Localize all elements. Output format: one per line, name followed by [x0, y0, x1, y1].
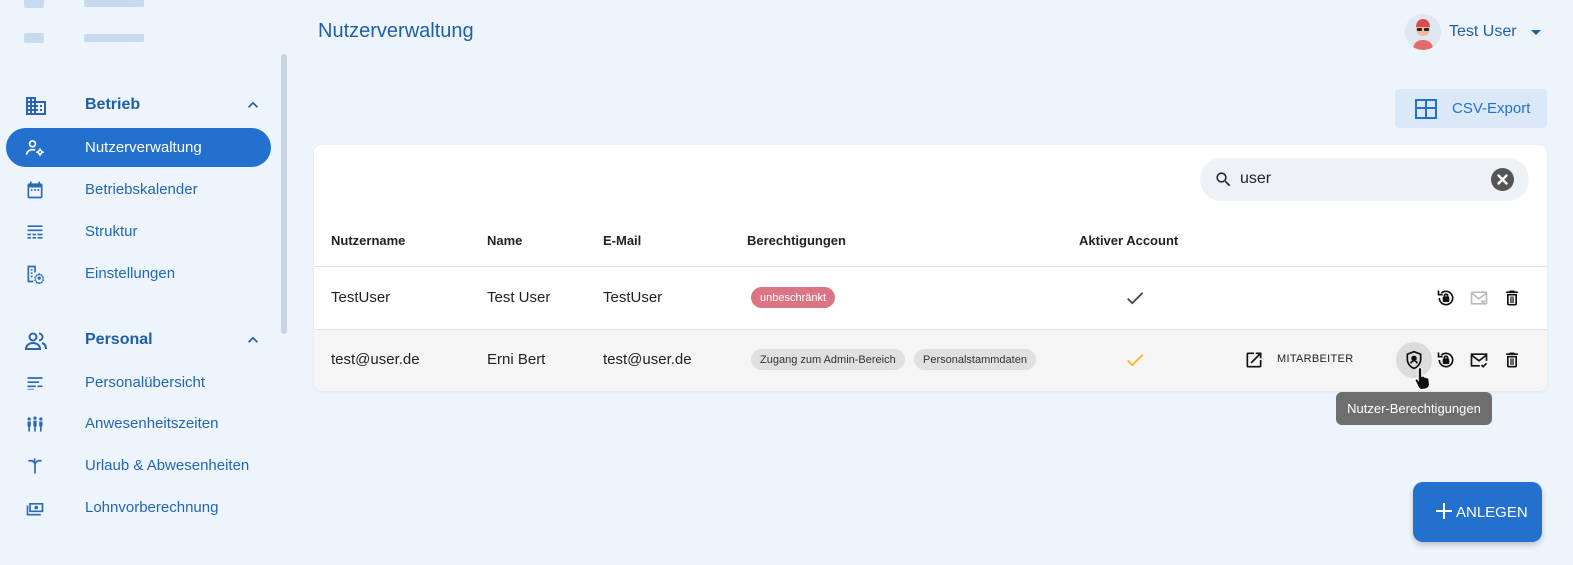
- sidebar-item-label: Urlaub & Abwesenheiten: [85, 457, 250, 474]
- sidebar-item-label: Lohnvorberechnung: [85, 499, 219, 516]
- page-title: Nutzerverwaltung: [318, 20, 474, 42]
- sidebar-item-label: Personalübersicht: [85, 374, 206, 391]
- money-icon: [25, 498, 45, 518]
- sidebar: Betrieb Nutzerverwaltung Betriebskalende…: [0, 0, 290, 565]
- column-header-nutzername[interactable]: Nutzername: [331, 233, 405, 248]
- sidebar-section-label: Personal: [85, 331, 153, 348]
- pointer-cursor-icon: [1414, 366, 1431, 391]
- employee-link[interactable]: MITARBEITER: [1277, 353, 1353, 365]
- cell-email: test@user.de: [603, 351, 692, 368]
- delete-icon[interactable]: [1502, 288, 1522, 308]
- sidebar-item-label: Anwesenheitszeiten: [85, 415, 219, 432]
- sidebar-item-nutzerverwaltung[interactable]: Nutzerverwaltung: [6, 128, 271, 167]
- sidebar-section-betrieb[interactable]: Betrieb: [0, 85, 280, 125]
- csv-export-label: CSV-Export: [1452, 100, 1531, 117]
- csv-export-button[interactable]: CSV-Export: [1395, 89, 1547, 128]
- user-menu[interactable]: Test User: [1405, 14, 1543, 50]
- sidebar-item-anwesenheitszeiten[interactable]: Anwesenheitszeiten: [6, 404, 271, 443]
- user-settings-icon: [25, 138, 45, 158]
- cell-username: test@user.de: [331, 351, 420, 368]
- sidebar-hidden-item: [24, 31, 144, 45]
- calendar-icon: [25, 180, 45, 200]
- avatar: [1405, 14, 1441, 50]
- cell-email: TestUser: [603, 289, 663, 306]
- permission-chip: Zugang zum Admin-Bereich: [751, 349, 905, 370]
- tooltip: Nutzer-Berechtigungen: [1336, 392, 1492, 425]
- sidebar-item-einstellungen[interactable]: Einstellungen: [6, 254, 271, 293]
- permission-chip: Personalstammdaten: [914, 349, 1036, 370]
- lock-reset-icon[interactable]: [1436, 288, 1456, 308]
- structure-icon: [25, 222, 45, 242]
- sidebar-section-personal[interactable]: Personal: [0, 320, 280, 360]
- search-box: [1200, 158, 1529, 201]
- search-icon: [1214, 170, 1233, 189]
- sidebar-item-label: Nutzerverwaltung: [85, 139, 202, 156]
- building-icon: [24, 94, 48, 118]
- sidebar-item-urlaub[interactable]: Urlaub & Abwesenheiten: [6, 446, 271, 485]
- sidebar-hidden-item: [24, 0, 144, 10]
- sidebar-item-label: Einstellungen: [85, 265, 176, 282]
- permission-chip: unbeschränkt: [751, 287, 836, 308]
- user-table-card: Nutzername Name E-Mail Berechtigungen Ak…: [314, 145, 1547, 391]
- sidebar-item-betriebskalender[interactable]: Betriebskalender: [6, 170, 271, 209]
- add-button[interactable]: ANLEGEN: [1413, 482, 1542, 542]
- cell-name: Erni Bert: [487, 351, 546, 368]
- check-icon: [1127, 354, 1144, 367]
- search-input[interactable]: [1240, 168, 1480, 190]
- add-button-label: ANLEGEN: [1456, 503, 1528, 521]
- lock-reset-icon[interactable]: [1436, 350, 1456, 370]
- mail-check-icon[interactable]: [1469, 350, 1489, 370]
- column-header-email[interactable]: E-Mail: [603, 233, 641, 248]
- cell-username: TestUser: [331, 289, 391, 306]
- table-icon: [1415, 99, 1437, 119]
- people-icon: [24, 329, 48, 353]
- plus-icon: [1435, 502, 1453, 520]
- sidebar-section-label: Betrieb: [85, 96, 141, 113]
- clear-search-icon[interactable]: [1491, 168, 1514, 191]
- open-in-new-icon[interactable]: [1244, 350, 1264, 370]
- sidebar-item-lohnvorberechnung[interactable]: Lohnvorberechnung: [6, 488, 271, 527]
- building-gear-icon: [25, 264, 45, 286]
- cell-name: Test User: [487, 289, 551, 306]
- column-header-aktiver-account[interactable]: Aktiver Account: [1079, 233, 1178, 248]
- column-header-name[interactable]: Name: [487, 233, 522, 248]
- sidebar-item-label: Struktur: [85, 223, 138, 240]
- list-icon: [25, 373, 45, 393]
- palm-icon: [25, 456, 45, 476]
- caret-down-icon[interactable]: [1529, 25, 1543, 39]
- mail-disabled-icon: [1469, 288, 1489, 308]
- sidebar-item-label: Betriebskalender: [85, 181, 198, 198]
- divider: [314, 266, 1547, 267]
- group-icon: [25, 414, 45, 434]
- column-header-berechtigungen[interactable]: Berechtigungen: [747, 233, 846, 248]
- sidebar-item-personaluebersicht[interactable]: Personalübersicht: [6, 363, 271, 402]
- chevron-up-icon[interactable]: [243, 95, 263, 115]
- delete-icon[interactable]: [1502, 350, 1522, 370]
- check-icon: [1127, 292, 1144, 305]
- sidebar-scrollbar[interactable]: [281, 54, 287, 334]
- chevron-up-icon[interactable]: [243, 330, 263, 350]
- sidebar-item-struktur[interactable]: Struktur: [6, 212, 271, 251]
- user-name: Test User: [1449, 23, 1517, 40]
